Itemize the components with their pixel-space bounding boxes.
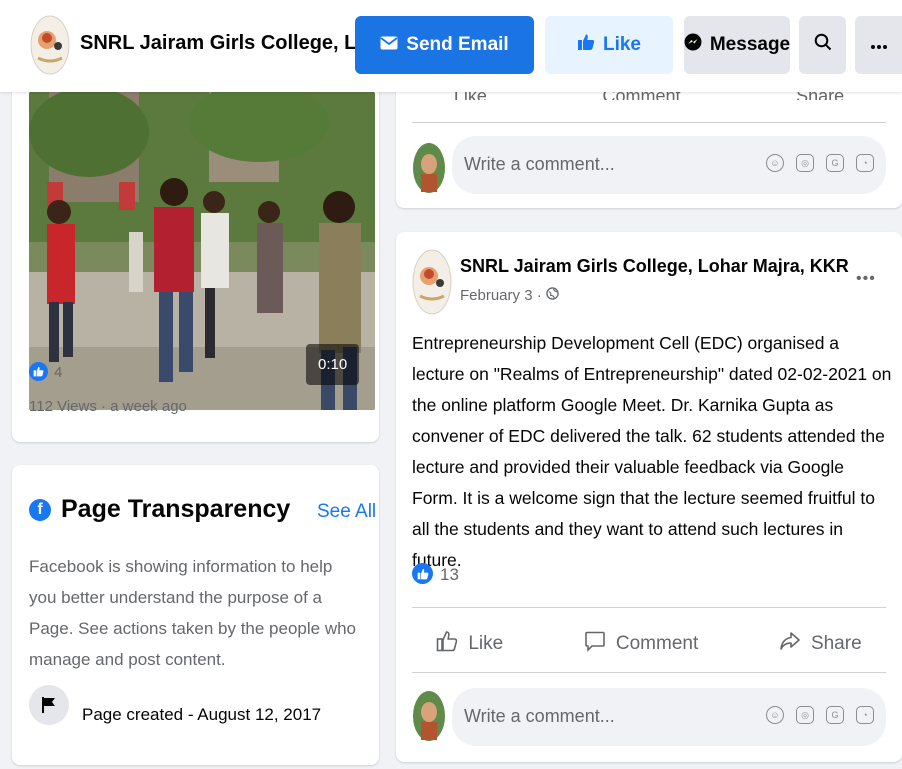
video-thumbnail[interactable]: 0:10 xyxy=(29,92,375,410)
camera-icon[interactable]: ◎ xyxy=(796,154,814,172)
send-email-button[interactable]: Send Email xyxy=(355,16,534,74)
divider xyxy=(412,607,886,608)
share-icon xyxy=(779,630,801,658)
like-page-button[interactable]: Like xyxy=(545,16,673,74)
message-label: Message xyxy=(709,34,791,55)
page-header: SNRL Jairam Girls College, Loh... Send E… xyxy=(0,0,902,92)
transparency-description: Facebook is showing information to help … xyxy=(29,557,357,669)
thumbs-up-icon xyxy=(436,630,458,658)
post-like-count[interactable]: 13 xyxy=(440,565,459,585)
like-page-label: Like xyxy=(602,34,642,55)
post-card: SNRL Jairam Girls College, Lohar Majra, … xyxy=(396,232,902,762)
post-options-button[interactable]: ••• xyxy=(856,270,876,288)
comment-button[interactable]: Comment xyxy=(584,630,698,658)
like-button[interactable]: Like xyxy=(436,630,503,658)
divider xyxy=(412,122,886,123)
post-date: February 3 · xyxy=(460,287,542,304)
comment-input[interactable]: Write a comment... ☺ ◎ G ◔ xyxy=(452,688,886,746)
facebook-icon: f xyxy=(29,498,51,521)
share-label: Share xyxy=(810,633,862,654)
commenter-avatar xyxy=(412,690,446,742)
comment-label: Comment xyxy=(615,633,699,654)
like-label: Like xyxy=(468,633,504,654)
gif-icon[interactable]: G xyxy=(826,706,844,724)
page-created-text: Page created - August 12, 2017 xyxy=(82,705,322,724)
post-action-bar: Like Comment Share xyxy=(396,622,902,666)
emoji-icon[interactable]: ☺ xyxy=(766,706,784,724)
like-reaction-icon xyxy=(29,362,48,381)
search-icon xyxy=(814,33,832,57)
page-title: SNRL Jairam Girls College, Loh... xyxy=(80,32,398,54)
more-options-button[interactable] xyxy=(855,16,902,74)
comment-placeholder: Write a comment... xyxy=(464,154,615,174)
post-author-avatar[interactable] xyxy=(412,248,452,316)
message-button[interactable]: Message xyxy=(684,16,790,74)
sticker-icon[interactable]: ◔ xyxy=(856,706,874,724)
comment-tools: ☺ ◎ G ◔ xyxy=(766,706,874,724)
post-timestamp[interactable]: February 3 · xyxy=(460,287,559,304)
video-meta: 112 Views · a week ago xyxy=(29,398,187,415)
like-reaction-icon xyxy=(412,563,433,584)
transparency-header: f Page Transparency xyxy=(29,495,290,524)
thumbs-up-icon xyxy=(577,33,595,57)
camera-icon[interactable]: ◎ xyxy=(796,706,814,724)
see-all-link[interactable]: See All xyxy=(317,501,376,523)
video-card: 0:10 4 112 Views · a week ago xyxy=(12,60,379,442)
transparency-title: Page Transparency xyxy=(61,495,291,523)
commenter-avatar xyxy=(412,142,446,194)
video-duration: 0:10 xyxy=(306,344,360,385)
page-transparency-card: f Page Transparency See All Facebook is … xyxy=(12,465,379,765)
page-avatar[interactable] xyxy=(30,14,70,76)
emoji-icon[interactable]: ☺ xyxy=(766,154,784,172)
comment-input[interactable]: Write a comment... ☺ ◎ G ◔ xyxy=(452,136,886,194)
send-email-label: Send Email xyxy=(406,34,509,55)
comment-tools: ☺ ◎ G ◔ xyxy=(766,154,874,172)
flag-icon xyxy=(29,685,69,725)
more-icon xyxy=(870,36,887,54)
messenger-icon xyxy=(684,33,702,57)
post-author-name[interactable]: SNRL Jairam Girls College, Lohar Majra, … xyxy=(460,256,849,277)
search-button[interactable] xyxy=(799,16,846,74)
comment-placeholder: Write a comment... xyxy=(464,706,615,726)
share-button[interactable]: Share xyxy=(779,630,862,658)
globe-icon xyxy=(545,287,559,304)
video-like-count[interactable]: 4 xyxy=(54,364,62,381)
sticker-icon[interactable]: ◔ xyxy=(856,154,874,172)
comment-icon xyxy=(584,630,606,658)
envelope-icon xyxy=(380,34,398,56)
post-text: Entrepreneurship Development Cell (EDC) … xyxy=(412,333,892,570)
divider xyxy=(412,672,886,673)
gif-icon[interactable]: G xyxy=(826,154,844,172)
